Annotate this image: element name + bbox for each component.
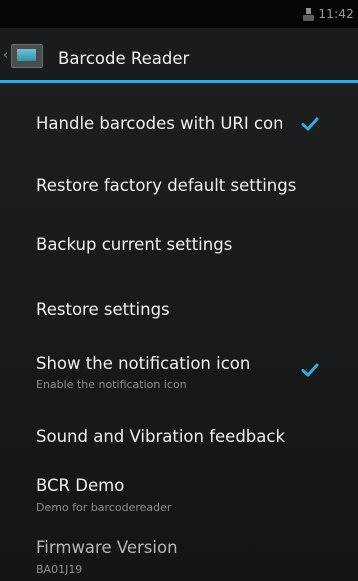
- pref-backup-settings[interactable]: Backup current settings: [0, 220, 358, 270]
- up-chevron-icon[interactable]: ‹: [3, 49, 8, 62]
- download-notification-icon: [303, 7, 315, 21]
- pref-backup-settings-title: Backup current settings: [36, 235, 233, 254]
- pref-firmware-version: Firmware Version BA01J19: [0, 532, 358, 581]
- pref-firmware-version-title: Firmware Version: [36, 538, 178, 557]
- pref-restore-settings-title: Restore settings: [36, 300, 170, 319]
- pref-sound-vibration-title: Sound and Vibration feedback: [36, 427, 286, 446]
- pref-firmware-version-summary: BA01J19: [36, 563, 83, 576]
- pref-bcr-demo[interactable]: BCR Demo Demo for barcodereader: [0, 470, 358, 522]
- pref-bcr-demo-summary: Demo for barcodereader: [36, 501, 172, 514]
- status-bar: 11:42: [0, 0, 358, 28]
- pref-restore-factory[interactable]: Restore factory default settings: [0, 160, 358, 210]
- pref-notification-icon-title: Show the notification icon: [36, 354, 251, 373]
- pref-bcr-demo-title: BCR Demo: [36, 476, 125, 495]
- pref-restore-factory-title: Restore factory default settings: [36, 176, 297, 195]
- status-time: 11:42: [318, 7, 354, 21]
- checkmark-icon[interactable]: [301, 361, 319, 379]
- pref-handle-uri[interactable]: Handle barcodes with URI cont: [0, 100, 358, 150]
- app-title: Barcode Reader: [58, 49, 190, 68]
- pref-notification-icon[interactable]: Show the notification icon Enable the no…: [0, 350, 358, 408]
- action-bar-divider: [0, 80, 358, 83]
- pref-restore-settings[interactable]: Restore settings: [0, 285, 358, 335]
- checkmark-icon[interactable]: [301, 115, 319, 133]
- settings-screen: 11:42 ‹ Barcode Reader Handle barcodes w…: [0, 0, 358, 581]
- pref-handle-uri-title: Handle barcodes with URI cont: [36, 114, 282, 133]
- pref-sound-vibration[interactable]: Sound and Vibration feedback: [0, 418, 358, 458]
- barcode-reader-app-icon[interactable]: [11, 44, 43, 68]
- pref-notification-icon-summary: Enable the notification icon: [36, 378, 187, 391]
- status-bar-right: 11:42: [303, 7, 354, 21]
